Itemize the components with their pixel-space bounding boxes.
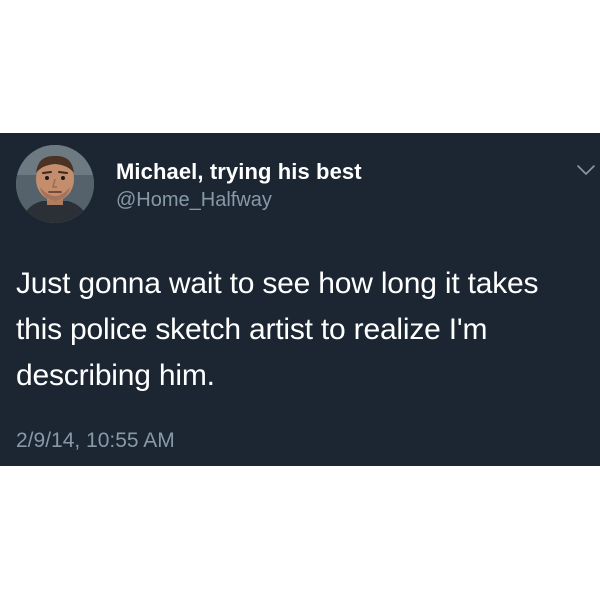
tweet-text-line: this police sketch artist to realize I'm xyxy=(16,313,488,346)
tweet-card: Michael, trying his best @Home_Halfway J… xyxy=(0,133,600,466)
tweet-text: Just gonna wait to see how long it takes… xyxy=(16,261,591,399)
chevron-down-icon[interactable] xyxy=(576,163,596,177)
page: Michael, trying his best @Home_Halfway J… xyxy=(0,0,600,600)
profile-photo xyxy=(16,145,94,223)
tweet-timestamp[interactable]: 2/9/14, 10:55 AM xyxy=(16,429,175,453)
display-name[interactable]: Michael, trying his best xyxy=(116,159,362,185)
tweet-text-line: Just gonna wait to see how long it takes xyxy=(16,267,539,300)
avatar[interactable] xyxy=(16,145,94,223)
tweet-text-line: describing him. xyxy=(16,359,215,392)
user-handle[interactable]: @Home_Halfway xyxy=(116,189,272,212)
